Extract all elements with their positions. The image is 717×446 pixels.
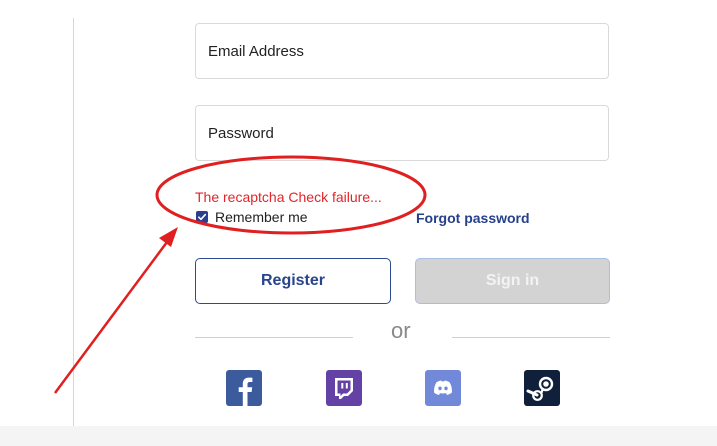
- steam-icon: [526, 376, 554, 401]
- password-field[interactable]: Password: [195, 105, 609, 161]
- twitch-login-button[interactable]: [326, 370, 362, 406]
- annotation-arrow-head: [159, 227, 178, 247]
- facebook-login-button[interactable]: [226, 370, 262, 406]
- sign-in-button[interactable]: Sign in: [415, 258, 610, 304]
- divider-line-left: [195, 337, 353, 338]
- divider-line-right: [452, 337, 610, 338]
- password-label: Password: [208, 124, 274, 142]
- or-divider-label: or: [391, 318, 411, 343]
- remember-me-checkbox[interactable]: Remember me: [196, 209, 308, 225]
- login-page: Email Address Password The recaptcha Che…: [0, 0, 717, 446]
- forgot-password-link[interactable]: Forgot password: [416, 210, 530, 226]
- facebook-icon: [238, 377, 253, 406]
- bottom-band: [0, 426, 717, 446]
- email-field[interactable]: Email Address: [195, 23, 609, 79]
- discord-icon: [434, 380, 452, 395]
- steam-login-button[interactable]: [524, 370, 560, 406]
- register-button[interactable]: Register: [195, 258, 391, 304]
- remember-me-label: Remember me: [215, 209, 308, 225]
- twitch-icon: [335, 378, 353, 399]
- checkbox-checked-icon[interactable]: [196, 211, 208, 223]
- left-divider: [73, 18, 74, 426]
- recaptcha-error-message: The recaptcha Check failure...: [195, 189, 382, 205]
- discord-login-button[interactable]: [425, 370, 461, 406]
- email-label: Email Address: [208, 42, 304, 60]
